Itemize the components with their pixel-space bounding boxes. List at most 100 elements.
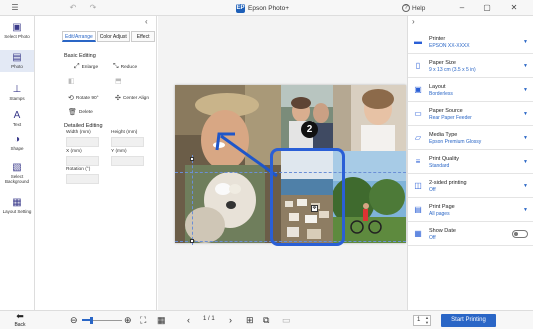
zoom-slider-thumb[interactable] (90, 317, 93, 324)
rotate-90-button[interactable]: ⟲ Rotate 90° (68, 94, 99, 102)
width-field[interactable] (66, 137, 99, 147)
zoom-out-icon[interactable]: ⊖ (70, 314, 78, 326)
rail-item-select-photo[interactable]: ▣ Select Photo (0, 20, 34, 46)
collapse-left-panel-icon[interactable]: ‹ (145, 17, 148, 26)
reduce-icon: ⤡ (113, 63, 119, 70)
height-label: Height (mm) (111, 130, 138, 135)
media-type-icon: ▱ (414, 133, 422, 142)
setting-paper-source[interactable]: ▭ Paper Source Rear Paper Feeder ▼ (408, 102, 533, 126)
rail-item-label: Photo (11, 64, 23, 69)
setting-title: Show Date (429, 228, 456, 234)
photo-friends[interactable] (281, 85, 333, 151)
rail-item-layout-setting[interactable]: ▦ Layout Setting (0, 195, 34, 223)
chevron-down-icon[interactable]: ▼ (523, 111, 528, 117)
setting-print-page[interactable]: ▤ Print Page All pages ▼ (408, 198, 533, 222)
delete-label: Delete (78, 109, 93, 115)
setting-value: Borderless (429, 91, 453, 97)
maximize-icon[interactable]: ▢ (481, 2, 493, 14)
show-date-icon: ▦ (414, 229, 422, 238)
setting-title: Print Page (429, 204, 455, 210)
next-page-icon[interactable]: › (229, 314, 232, 326)
help-icon: ? (402, 4, 410, 12)
delete-button[interactable]: 🗑 Delete (68, 108, 93, 116)
rotation-field[interactable] (66, 174, 99, 184)
text-icon: A (13, 110, 21, 121)
show-date-toggle[interactable] (512, 230, 528, 238)
help-button[interactable]: ? Help (402, 2, 425, 14)
resize-handle-bottom-left[interactable] (190, 239, 194, 243)
copies-stepper-icon[interactable]: ▲ ▼ (425, 315, 429, 325)
shape-icon: ◑ (13, 134, 21, 145)
setting-paper-size[interactable]: ▯ Paper Size 9 x 13 cm (3.5 x 5 in) ▼ (408, 54, 533, 78)
selection-guide-left (192, 155, 193, 245)
x-field[interactable] (66, 156, 99, 166)
setting-title: Print Quality (429, 156, 459, 162)
rotate-label: Rotate 90° (75, 95, 99, 101)
printer-icon: ▬ (414, 37, 422, 46)
rail-item-label: Layout Setting (2, 209, 32, 214)
reduce-button[interactable]: ⤡ Reduce (113, 63, 137, 71)
collapse-right-panel-icon[interactable]: › (412, 17, 415, 26)
edit-tabs: Edit/Arrange Color Adjust Effect (62, 31, 156, 42)
redo-icon[interactable]: ↷ (88, 2, 98, 14)
start-printing-button[interactable]: Start Printing (441, 314, 496, 327)
chevron-down-icon[interactable]: ▼ (523, 39, 528, 45)
rail-item-label: Select Photo (4, 34, 30, 39)
rail-item-shape[interactable]: ◑ Shape (0, 132, 34, 154)
enlarge-button[interactable]: ⤢ Enlarge (74, 63, 98, 71)
background-icon: ▧ (12, 162, 22, 173)
delete-page-icon[interactable]: ▭ (282, 314, 291, 326)
edit-panel: Edit/Arrange Color Adjust Effect Basic E… (35, 16, 157, 310)
tab-edit-arrange[interactable]: Edit/Arrange (62, 31, 96, 42)
callout-number-badge: 2 (301, 121, 318, 138)
resize-handle-top-left[interactable] (190, 157, 194, 161)
previous-page-icon[interactable]: ‹ (187, 314, 190, 326)
zoom-in-icon[interactable]: ⊕ (124, 314, 132, 326)
title-bar: ☰ ↶ ↷ EP Epson Photo+ ? Help – ▢ ✕ (0, 0, 533, 16)
grid-icon[interactable]: ▦ (157, 314, 166, 326)
chevron-down-icon[interactable]: ▼ (523, 135, 528, 141)
rail-item-text[interactable]: A Text (0, 108, 34, 128)
setting-two-sided[interactable]: ◫ 2-sided printing Off ▼ (408, 174, 533, 198)
setting-layout[interactable]: ▣ Layout Borderless ▼ (408, 78, 533, 102)
photo-girl-image (333, 85, 406, 151)
back-label: Back (14, 322, 26, 328)
hamburger-menu-icon[interactable]: ☰ (8, 2, 22, 14)
setting-title: 2-sided printing (429, 180, 467, 186)
chevron-down-icon[interactable]: ▼ (523, 159, 528, 165)
undo-icon[interactable]: ↶ (68, 2, 78, 14)
flip-horizontal-button[interactable]: ◧ (68, 77, 75, 85)
tab-effect[interactable]: Effect (130, 31, 156, 42)
center-align-button[interactable]: ✣ Center Align (115, 94, 149, 102)
flip-vertical-button[interactable]: ⬒ (115, 77, 122, 85)
window-title: EP Epson Photo+ (236, 2, 289, 14)
setting-value: All pages (429, 211, 450, 217)
chevron-down-icon[interactable]: ▼ (523, 63, 528, 69)
rail-item-stamps[interactable]: ⊥ Stamps (0, 82, 34, 102)
epson-photo-plus-window: ☰ ↶ ↷ EP Epson Photo+ ? Help – ▢ ✕ ▣ Sele… (0, 0, 533, 329)
help-label: Help (412, 4, 426, 12)
setting-show-date[interactable]: ▦ Show Date Off (408, 222, 533, 246)
stamp-icon: ⊥ (12, 84, 22, 95)
chevron-down-icon[interactable]: ▼ (523, 87, 528, 93)
height-field[interactable] (111, 137, 144, 147)
close-icon[interactable]: ✕ (508, 2, 520, 14)
chevron-down-icon[interactable]: ▼ (523, 207, 528, 213)
minimize-icon[interactable]: – (456, 2, 468, 14)
y-field[interactable] (111, 156, 144, 166)
duplicate-page-icon[interactable]: ⧉ (263, 314, 269, 326)
rail-item-select-background[interactable]: ▧ Select Background (0, 160, 34, 188)
setting-printer[interactable]: ▬ Printer EPSON XX-XXXX ▼ (408, 30, 533, 54)
photo-girl[interactable] (333, 85, 406, 151)
tab-color-adjust[interactable]: Color Adjust (96, 31, 130, 42)
add-page-icon[interactable]: ⊞ (246, 314, 254, 326)
rotation-label: Rotation (°) (66, 167, 91, 172)
fit-to-window-icon[interactable]: ⛶ (140, 314, 146, 326)
back-arrow-icon[interactable]: ⬅ (10, 311, 30, 322)
photo-frame-icon: ▣ (12, 22, 22, 33)
rail-item-photo[interactable]: ▤ Photo (0, 50, 34, 72)
setting-media-type[interactable]: ▱ Media Type Epson Premium Glossy ▼ (408, 126, 533, 150)
app-title: Epson Photo+ (248, 4, 290, 12)
chevron-down-icon[interactable]: ▼ (523, 183, 528, 189)
setting-print-quality[interactable]: ≡ Print Quality Standard ▼ (408, 150, 533, 174)
